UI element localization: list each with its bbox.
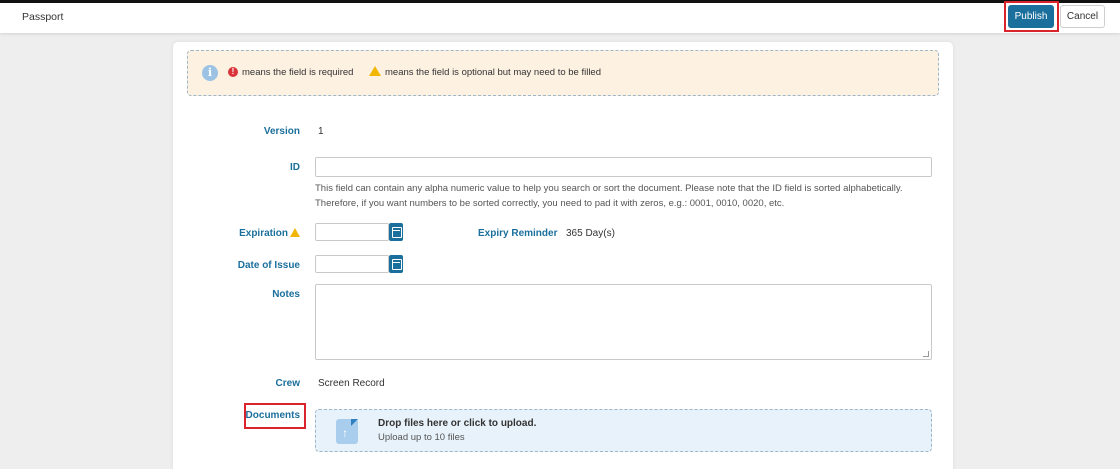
top-bar: Passport bbox=[0, 0, 1120, 33]
id-help-text: This field can contain any alpha numeric… bbox=[315, 183, 903, 209]
calendar-icon[interactable] bbox=[389, 223, 403, 241]
warning-icon bbox=[290, 228, 300, 237]
crew-value: Screen Record bbox=[318, 378, 385, 389]
date-of-issue-label: Date of Issue bbox=[237, 260, 300, 271]
version-label: Version bbox=[263, 126, 300, 137]
file-upload-dropzone[interactable]: ↑ Drop files here or click to upload. Up… bbox=[315, 409, 932, 452]
id-label: ID bbox=[290, 162, 300, 173]
cancel-button[interactable]: Cancel bbox=[1060, 5, 1105, 28]
expiry-reminder-value: 365 Day(s) bbox=[566, 228, 615, 239]
publish-button[interactable]: Publish bbox=[1008, 5, 1054, 28]
version-value: 1 bbox=[318, 126, 324, 137]
resize-handle-icon[interactable] bbox=[923, 351, 929, 357]
required-fields-notice: i ! means the field is required means th… bbox=[187, 50, 939, 96]
documents-label: Documents bbox=[245, 410, 300, 421]
notes-label: Notes bbox=[272, 289, 300, 300]
notes-textarea[interactable] bbox=[315, 284, 932, 360]
crew-label: Crew bbox=[275, 378, 300, 389]
warning-icon bbox=[369, 66, 381, 76]
file-upload-icon: ↑ bbox=[336, 419, 358, 444]
optional-legend-text: means the field is optional but may need… bbox=[385, 67, 601, 78]
expiration-label: Expiration bbox=[239, 228, 300, 239]
dropzone-subtitle: Upload up to 10 files bbox=[378, 432, 465, 443]
page-title: Passport bbox=[22, 11, 64, 23]
calendar-icon[interactable] bbox=[389, 255, 403, 273]
id-input[interactable] bbox=[315, 157, 932, 177]
info-icon: i bbox=[202, 65, 218, 81]
expiration-date-input[interactable] bbox=[315, 223, 389, 241]
expiry-reminder-label: Expiry Reminder bbox=[478, 228, 558, 239]
date-of-issue-input[interactable] bbox=[315, 255, 389, 273]
expiration-label-text: Expiration bbox=[239, 228, 288, 239]
required-legend-text: means the field is required bbox=[242, 67, 354, 78]
required-icon: ! bbox=[228, 67, 238, 77]
dropzone-title: Drop files here or click to upload. bbox=[378, 418, 537, 429]
